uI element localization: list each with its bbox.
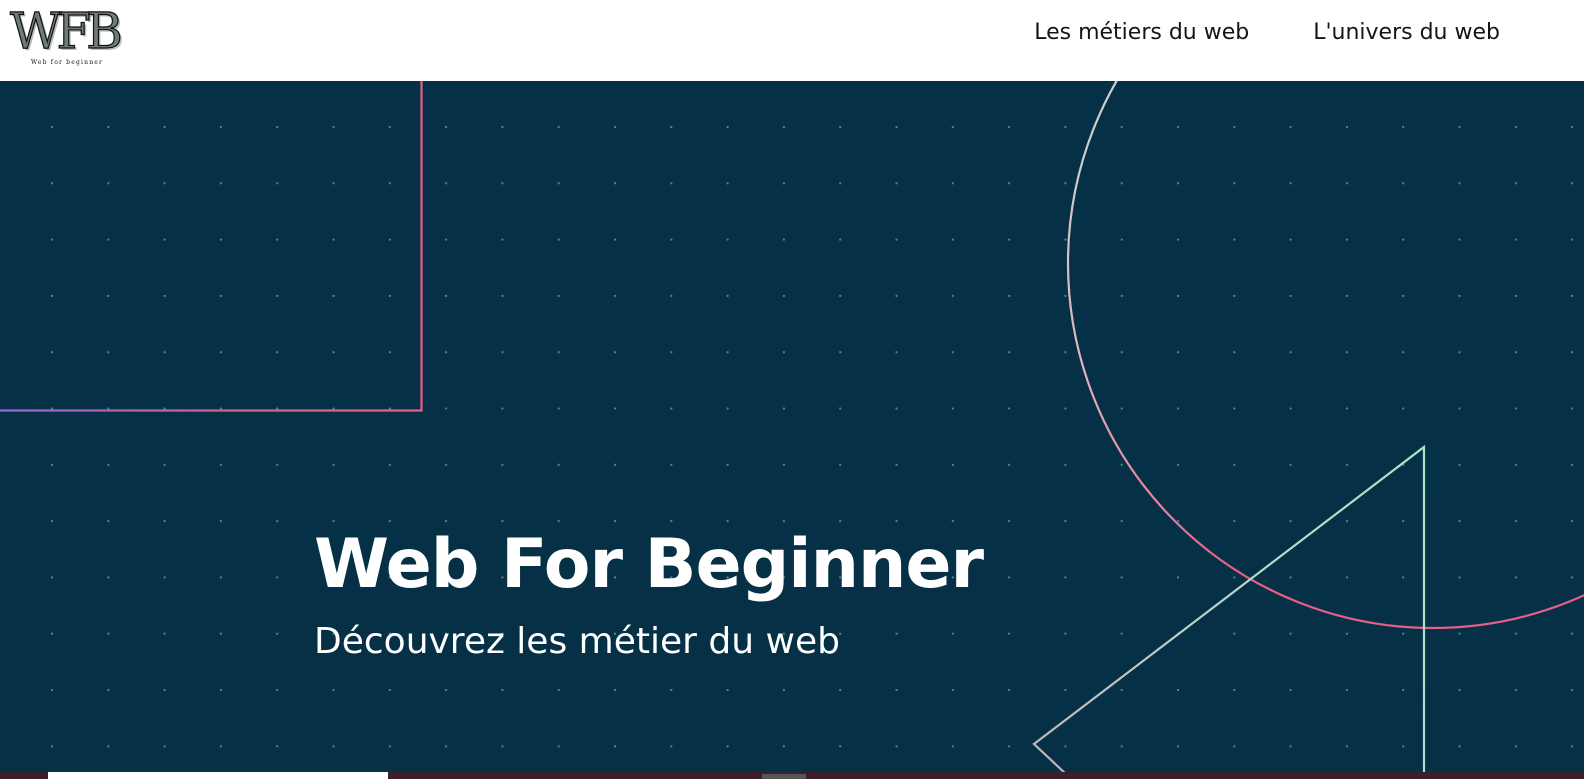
main-navigation: Les métiers du web L'univers du web <box>1034 18 1500 48</box>
hero-title: Web For Beginner <box>314 525 984 604</box>
nav-link-univers-du-web[interactable]: L'univers du web <box>1313 18 1500 48</box>
landing-page: WFB Web for beginner Les métiers du web … <box>0 0 1584 779</box>
hero-decoration <box>0 81 1584 779</box>
nav-link-metiers-du-web[interactable]: Les métiers du web <box>1034 18 1249 48</box>
hero-subtitle: Découvrez les métier du web <box>314 621 840 662</box>
hero-section: Web For Beginner Découvrez les métier du… <box>0 81 1584 779</box>
bottom-white-tab <box>48 772 388 779</box>
logo-mark: WFB <box>9 2 123 60</box>
wfb-logo[interactable]: WFB Web for beginner <box>9 2 132 68</box>
dot-grid <box>0 81 1584 779</box>
bottom-scroll-marker <box>762 774 806 779</box>
logo-tagline: Web for beginner <box>31 59 104 66</box>
site-header: WFB Web for beginner Les métiers du web … <box>0 0 1584 81</box>
